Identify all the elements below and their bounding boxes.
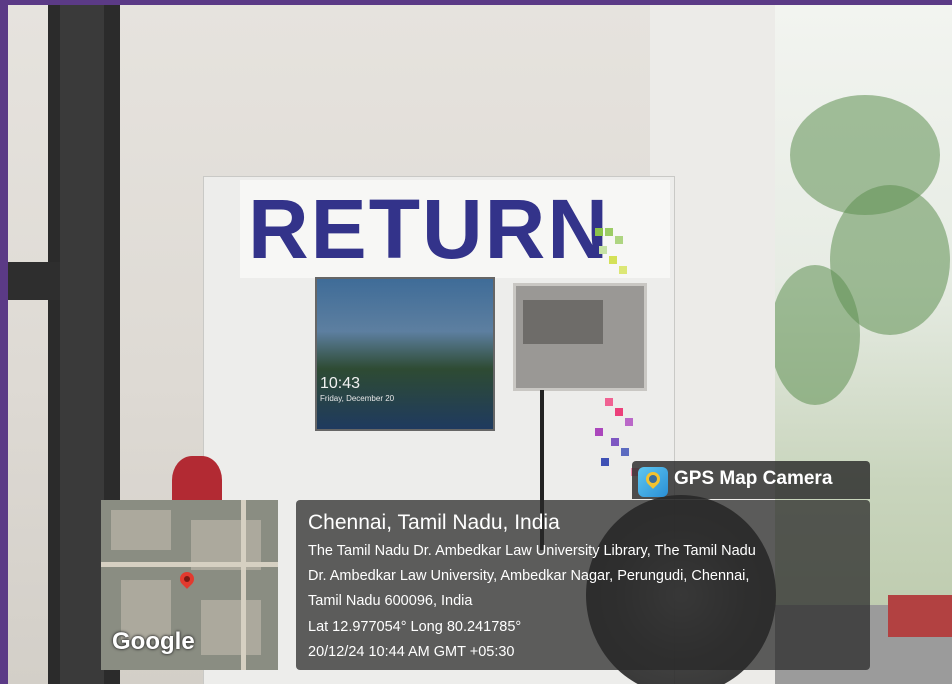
map-area: [111, 510, 171, 550]
location-title: Chennai, Tamil Nadu, India: [308, 511, 560, 534]
coordinates: Lat 12.977054° Long 80.241785°: [308, 619, 522, 635]
return-sign: RETURN: [248, 182, 610, 276]
pixel: [605, 228, 613, 236]
metal-bracket: [8, 262, 60, 300]
address-line: Tamil Nadu 600096, India: [308, 593, 473, 609]
pixel: [605, 398, 613, 406]
pixel: [625, 418, 633, 426]
kiosk-screen: [315, 277, 495, 431]
address-line: The Tamil Nadu Dr. Ambedkar Law Universi…: [308, 543, 756, 559]
palm-foliage: [770, 265, 860, 405]
pixel: [615, 408, 623, 416]
screen-date: Friday, December 20: [320, 394, 395, 403]
pixel: [611, 438, 619, 446]
map-road: [101, 562, 278, 567]
map-pin-dot: [184, 576, 190, 582]
address-line: Dr. Ambedkar Law University, Ambedkar Na…: [308, 568, 750, 584]
floor-mat: [888, 595, 952, 637]
app-name: GPS Map Camera: [674, 468, 833, 489]
decorative-pixel-art: [575, 222, 655, 502]
google-logo: Google: [112, 628, 195, 655]
pixel: [609, 256, 617, 264]
map-road: [241, 500, 246, 670]
frame-border-left: [0, 0, 8, 684]
map-area: [201, 600, 261, 655]
pixel: [601, 458, 609, 466]
pixel: [619, 266, 627, 274]
location-pin-center: [649, 475, 657, 483]
metal-pole-inner: [60, 5, 104, 684]
pixel: [599, 246, 607, 254]
pixel: [595, 228, 603, 236]
pixel: [595, 428, 603, 436]
screen-time: 10:43: [320, 375, 361, 392]
pixel: [621, 448, 629, 456]
timestamp: 20/12/24 10:44 AM GMT +05:30: [308, 644, 515, 660]
pixel: [615, 236, 623, 244]
photo-scene: RETURN 10:43 Friday, December 20 Google: [0, 0, 952, 684]
